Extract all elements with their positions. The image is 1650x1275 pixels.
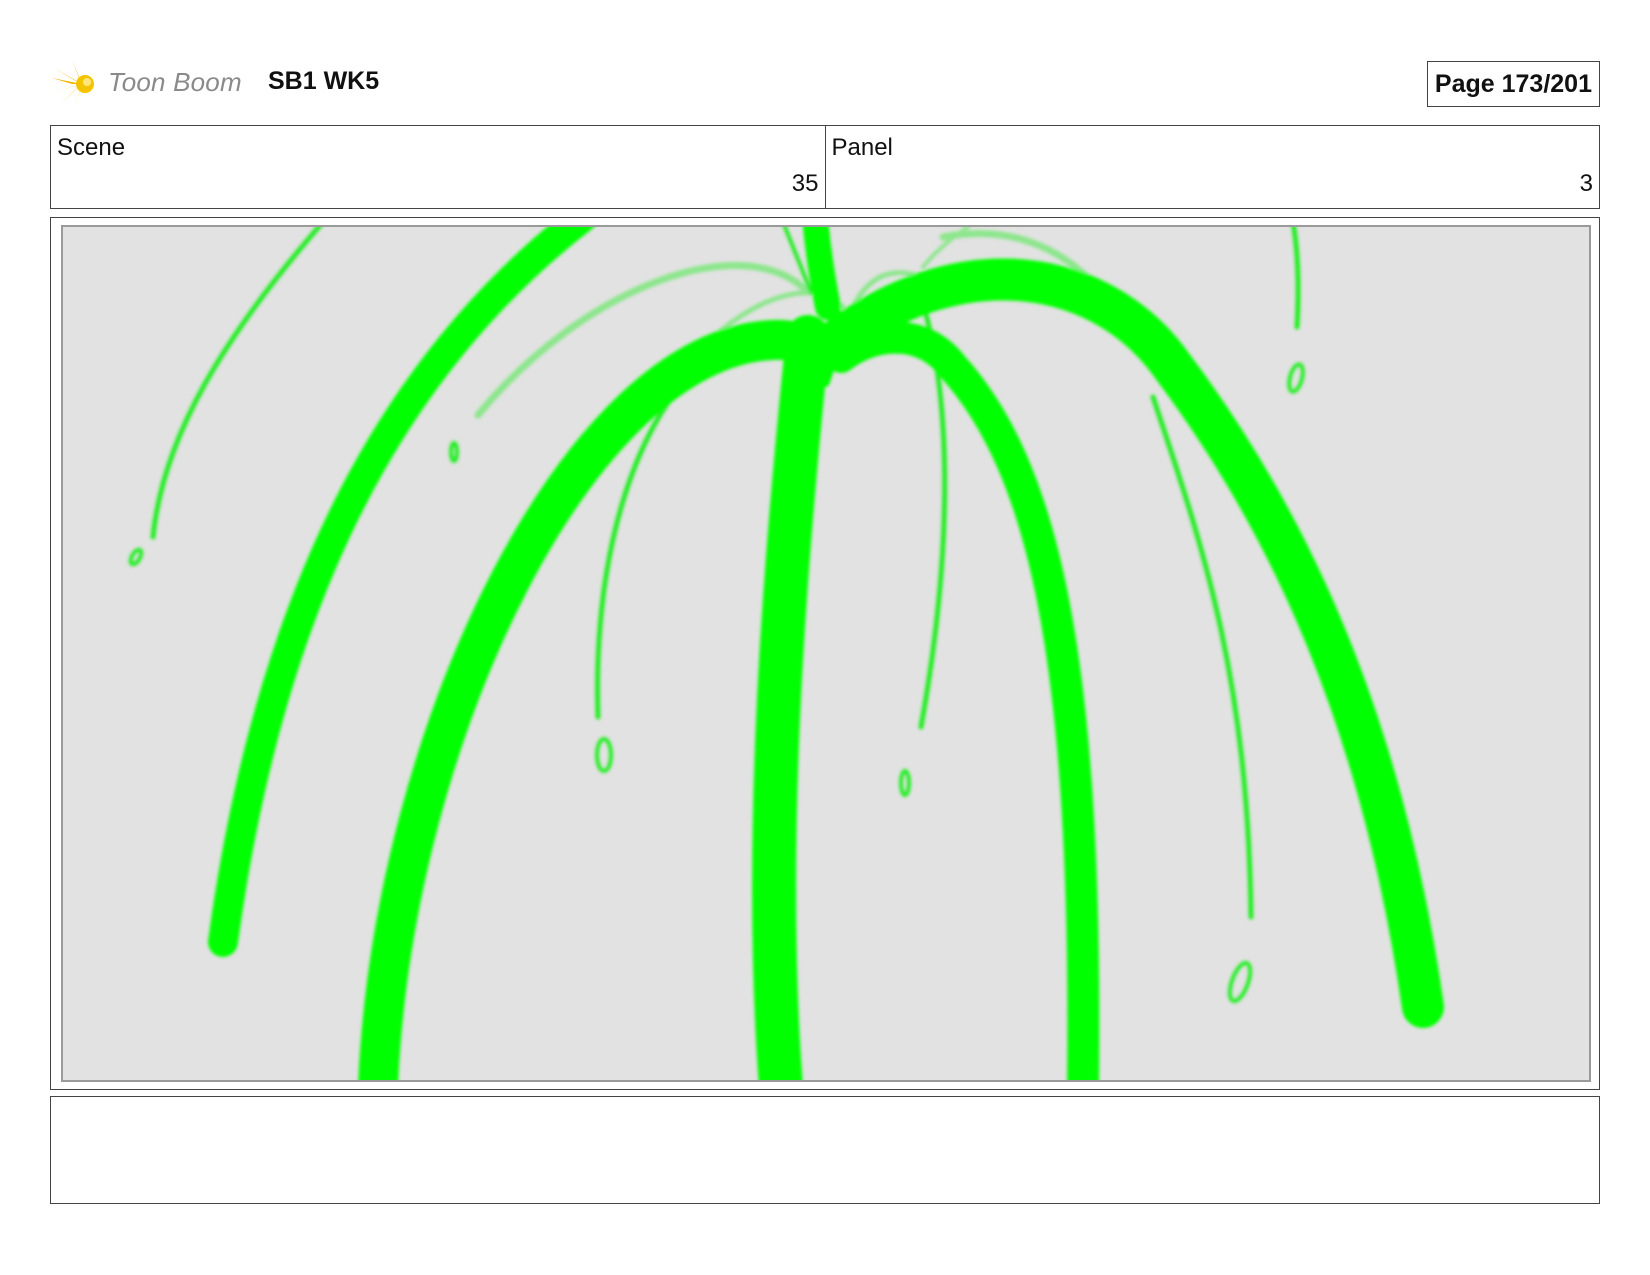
scene-label: Scene [57,134,126,161]
panel-cell: Panel 3 [824,126,1600,208]
page-header: Toon Boom SB1 WK5 Page 173/201 [50,52,1600,116]
brand-name: Toon Boom [108,67,242,97]
fountain-splash-drawing [128,227,1444,1080]
scene-panel-info: Scene 35 Panel 3 [50,125,1600,209]
project-title: SB1 WK5 [268,67,380,95]
scene-cell: Scene 35 [51,126,825,208]
storyboard-panel [50,217,1600,1090]
toon-boom-logo-icon [52,60,94,110]
panel-notes [50,1096,1600,1204]
scene-value: 35 [791,170,819,197]
page-number: Page 173/201 [1426,61,1600,107]
panel-value: 3 [1579,170,1593,197]
panel-artwork [61,225,1591,1082]
panel-label: Panel [831,134,893,161]
